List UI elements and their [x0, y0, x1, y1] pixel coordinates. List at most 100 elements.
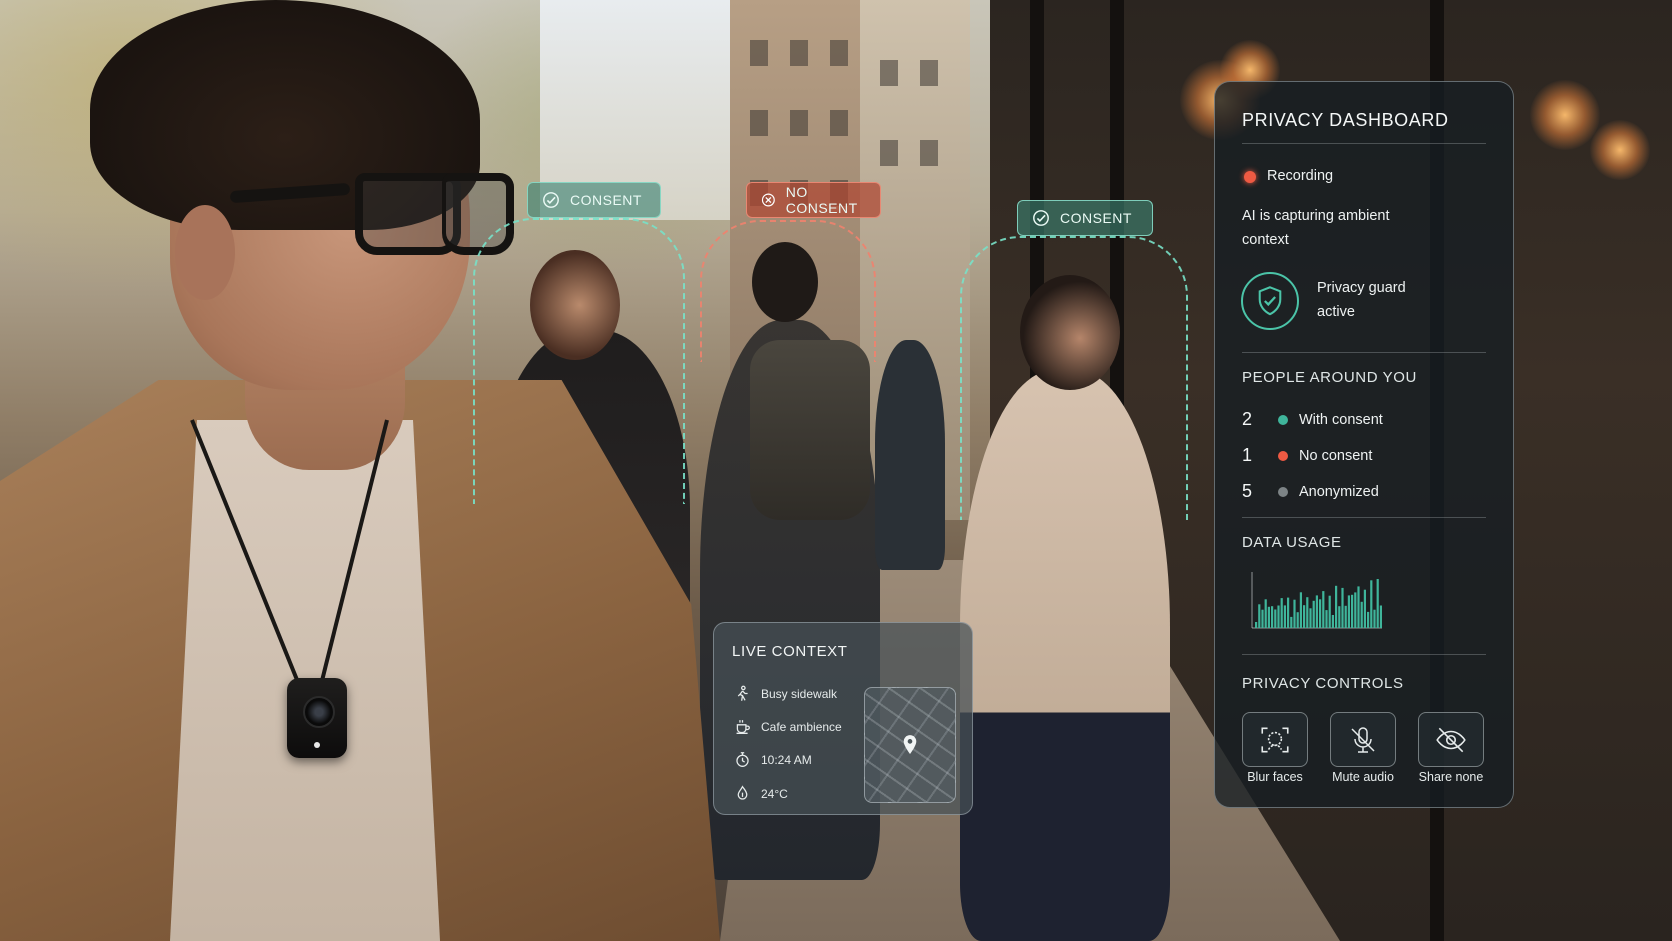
people-label: No consent: [1299, 447, 1373, 464]
usage-bar: [1303, 605, 1306, 628]
usage-bar: [1306, 597, 1309, 628]
consent-tag-label: CONSENT: [570, 192, 642, 208]
wearable-camera-pendant: [287, 678, 347, 758]
backpack: [750, 340, 870, 520]
usage-bar: [1312, 600, 1315, 628]
usage-bar: [1344, 605, 1347, 628]
dashboard-title: PRIVACY DASHBOARD: [1242, 110, 1449, 130]
usage-bar: [1296, 612, 1299, 628]
people-count: 2: [1242, 409, 1253, 429]
usage-bar: [1360, 601, 1363, 628]
usage-bar: [1370, 580, 1373, 628]
usage-bar: [1290, 616, 1293, 628]
consent-tag[interactable]: CONSENT: [1017, 200, 1153, 236]
usage-bar: [1258, 604, 1261, 628]
context-label: Busy sidewalk: [761, 686, 838, 701]
check-circle-icon: [1033, 210, 1049, 226]
usage-bar: [1271, 606, 1274, 628]
mute-microphone-icon: [1351, 726, 1375, 753]
location-map[interactable]: [864, 687, 956, 803]
people-row-anonymized: 5 Anonymized: [1242, 481, 1379, 502]
consent-tag[interactable]: CONSENT: [527, 182, 661, 218]
usage-bar: [1283, 605, 1286, 628]
shield-check-icon: [1258, 286, 1282, 316]
people-count: 5: [1242, 481, 1253, 501]
blur-faces-button[interactable]: [1242, 712, 1308, 767]
live-context-card: LIVE CONTEXT Busy sidewalk Cafe ambience…: [713, 622, 973, 815]
mute-audio-label: Mute audio: [1332, 770, 1394, 784]
people-count: 1: [1242, 445, 1253, 465]
status-dot: [1278, 486, 1288, 497]
usage-bar: [1363, 589, 1366, 628]
usage-bar: [1373, 609, 1376, 628]
usage-bar: [1309, 608, 1312, 628]
recording-status: Recording: [1267, 168, 1334, 184]
privacy-dashboard-panel: PRIVACY DASHBOARD Recording AI is captur…: [1214, 81, 1514, 808]
people-label: Anonymized: [1299, 483, 1379, 500]
context-item-temperature: 24°C: [734, 785, 788, 802]
consent-tag-label: CONSENT: [1060, 210, 1132, 226]
coffee-cup-icon: [736, 720, 750, 734]
divider: [1242, 143, 1486, 144]
usage-bar: [1274, 609, 1277, 628]
recording-indicator: [1244, 171, 1256, 183]
smart-glasses: [229, 165, 514, 255]
stopwatch-icon: [736, 752, 749, 767]
usage-bar: [1347, 595, 1350, 628]
consent-bracket-woman-phone: [960, 236, 1188, 520]
context-label: 10:24 AM: [761, 752, 812, 767]
privacy-guard-badge: [1241, 272, 1299, 330]
usage-bar: [1287, 597, 1290, 628]
camera-lens: [303, 696, 335, 728]
usage-bar: [1267, 606, 1270, 628]
x-circle-icon: [761, 193, 775, 207]
usage-bar: [1280, 598, 1283, 628]
usage-bar: [1379, 605, 1382, 628]
share-none-label: Share none: [1418, 770, 1484, 784]
no-consent-tag[interactable]: NO CONSENT: [746, 182, 881, 218]
context-item-time: 10:24 AM: [734, 751, 812, 768]
map-pin-icon: [903, 735, 917, 754]
check-circle-icon: [543, 192, 559, 208]
usage-bar: [1325, 610, 1328, 628]
usage-bar: [1299, 592, 1302, 628]
walking-person-icon: [737, 685, 748, 701]
usage-bar: [1367, 611, 1370, 628]
man-ear: [175, 205, 235, 300]
no-consent-bracket-man-backpack: [700, 220, 876, 362]
usage-bar: [1277, 605, 1280, 628]
privacy-controls-header: PRIVACY CONTROLS: [1242, 675, 1404, 692]
status-dot: [1278, 450, 1288, 461]
usage-bar: [1335, 585, 1338, 628]
usage-bar: [1261, 609, 1264, 628]
divider: [1242, 517, 1486, 518]
usage-bar: [1376, 579, 1379, 628]
usage-bar: [1338, 606, 1341, 628]
usage-bar: [1322, 591, 1325, 628]
people-around-header: PEOPLE AROUND YOU: [1242, 369, 1417, 386]
usage-bar: [1328, 595, 1331, 628]
usage-bar: [1264, 599, 1267, 628]
data-usage-header: DATA USAGE: [1242, 534, 1342, 551]
share-none-button[interactable]: [1418, 712, 1484, 767]
data-usage-chart: [1251, 572, 1382, 629]
usage-bar: [1357, 586, 1360, 628]
usage-bar: [1315, 595, 1318, 628]
context-label: Cafe ambience: [761, 719, 842, 734]
temperature-icon: [737, 785, 748, 800]
live-context-title: LIVE CONTEXT: [732, 643, 848, 660]
indicator-light: [314, 742, 320, 748]
usage-bar: [1331, 615, 1334, 628]
no-consent-tag-label: NO CONSENT: [785, 184, 858, 216]
usage-bar: [1351, 594, 1354, 628]
consent-bracket-woman-coffee: [473, 218, 685, 504]
context-item-cafe: Cafe ambience: [734, 718, 842, 735]
status-dot: [1278, 414, 1288, 425]
people-label: With consent: [1299, 411, 1383, 428]
divider: [1242, 654, 1486, 655]
mute-audio-button[interactable]: [1330, 712, 1396, 767]
usage-bar: [1319, 599, 1322, 628]
context-item-sidewalk: Busy sidewalk: [734, 685, 837, 702]
context-label: 24°C: [761, 786, 788, 801]
divider: [1242, 352, 1486, 353]
